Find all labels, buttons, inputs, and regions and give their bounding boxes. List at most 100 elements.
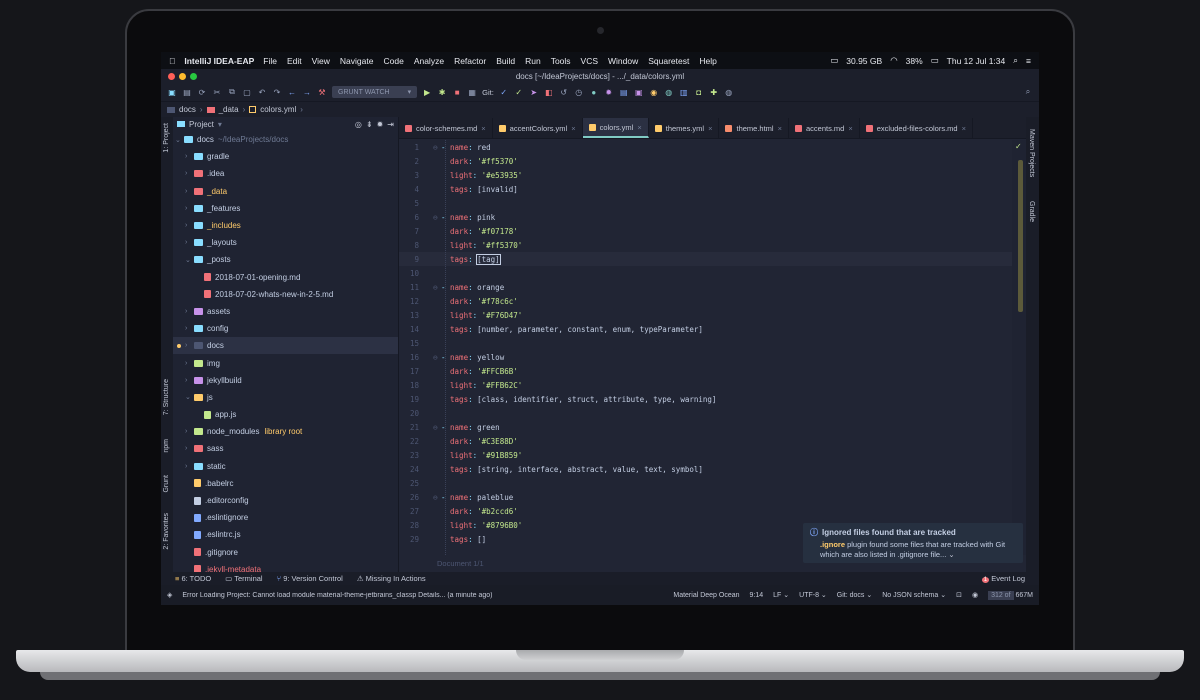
tree-item[interactable]: › _features — [173, 200, 398, 217]
close-icon[interactable]: × — [571, 124, 575, 133]
database-icon[interactable]: ▥ — [679, 87, 689, 97]
menu-item-tools[interactable]: Tools — [551, 56, 571, 66]
close-icon[interactable]: × — [962, 124, 966, 133]
menu-item-run[interactable]: Run — [525, 56, 541, 66]
menu-list-icon[interactable]: ≡ — [1026, 56, 1031, 66]
menu-item-vcs[interactable]: VCS — [581, 56, 598, 66]
tree-item[interactable]: .eslintignore — [173, 509, 398, 526]
undo-icon[interactable]: ↶ — [257, 87, 267, 97]
maven-projects-tool-button[interactable]: Maven Projects — [1028, 129, 1035, 177]
gradle-tool-button[interactable]: Gradle — [1028, 201, 1035, 222]
breadcrumb-data[interactable]: _data — [219, 105, 239, 114]
layout-icon[interactable]: ▦ — [467, 87, 477, 97]
forward-icon[interactable]: → — [302, 87, 312, 97]
menu-item-navigate[interactable]: Navigate — [340, 56, 374, 66]
tab-accents-md[interactable]: accents.md × — [789, 118, 860, 138]
code-line[interactable]: 25 — [399, 476, 1012, 490]
project-tool-button[interactable]: 1: Project — [163, 123, 170, 153]
code-line[interactable]: 1 ⊖ - name: red — [399, 140, 1012, 154]
sync-icon[interactable]: ⟳ — [197, 87, 207, 97]
tree-item[interactable]: › sass — [173, 440, 398, 457]
tab-colors-yml[interactable]: colors.yml × — [582, 118, 649, 138]
tree-item[interactable]: .gitignore — [173, 544, 398, 561]
menu-item-file[interactable]: File — [263, 56, 277, 66]
tree-item[interactable]: › _includes — [173, 217, 398, 234]
chevron-right-icon[interactable]: › — [185, 463, 194, 470]
file-encoding[interactable]: UTF-8 ⌄ — [799, 591, 827, 599]
battery-icon[interactable]: ▭ — [931, 55, 939, 66]
apple-icon[interactable]:  — [169, 56, 175, 66]
wifi-icon[interactable]: ◠ — [890, 55, 897, 66]
code-line[interactable]: 19 tags: [class, identifier, struct, att… — [399, 392, 1012, 406]
app-name[interactable]: IntelliJ IDEA-EAP — [184, 56, 254, 66]
tree-item[interactable]: › _data — [173, 183, 398, 200]
settings-icon[interactable]: ● — [589, 87, 599, 97]
close-icon[interactable]: × — [708, 124, 712, 133]
code-line[interactable]: 6 ⊖ - name: pink — [399, 210, 1012, 224]
coverage-icon[interactable]: ◍ — [664, 87, 674, 97]
memory-indicator[interactable]: 312 of 667M — [988, 590, 1033, 600]
code-line[interactable]: 14 tags: [number, parameter, constant, e… — [399, 322, 1012, 336]
close-icon[interactable]: × — [778, 124, 782, 133]
tree-item[interactable]: › .idea — [173, 165, 398, 182]
hide-icon[interactable]: ⇥ — [387, 120, 394, 129]
git-push-icon[interactable]: ➤ — [529, 87, 539, 97]
inspector-icon[interactable]: ◉ — [972, 591, 978, 599]
breadcrumb-colors-yml[interactable]: colors.yml — [260, 105, 296, 114]
tree-item[interactable]: › config — [173, 320, 398, 337]
menu-item-code[interactable]: Code — [383, 56, 403, 66]
code-line[interactable]: 27 dark: '#b2ccd6' — [399, 504, 1012, 518]
fold-marker-icon[interactable]: ⊖ — [433, 213, 441, 222]
inspect-icon[interactable]: ◍ — [724, 87, 734, 97]
code-line[interactable]: 18 light: '#FFB62C' — [399, 378, 1012, 392]
search-icon[interactable]: ⌕ — [1013, 55, 1018, 66]
event-log-tool-button[interactable]: 1 Event Log — [981, 574, 1025, 583]
chevron-right-icon[interactable]: › — [185, 205, 194, 212]
gear-icon[interactable]: ✹ — [604, 87, 614, 97]
structure-tool-button[interactable]: 7: Structure — [163, 379, 170, 415]
tree-item[interactable]: .editorconfig — [173, 492, 398, 509]
chevron-right-icon[interactable]: › — [185, 360, 194, 367]
code-line[interactable]: 11 ⊖ - name: orange — [399, 280, 1012, 294]
chevron-right-icon[interactable]: › — [185, 445, 194, 452]
tree-item[interactable]: › docs — [173, 337, 398, 355]
git-history-icon[interactable]: ◧ — [544, 87, 554, 97]
code-line[interactable]: 12 dark: '#f78c6c' — [399, 294, 1012, 308]
tree-item[interactable]: › _layouts — [173, 234, 398, 251]
copy-icon[interactable]: ⧉ — [227, 87, 237, 97]
tab-color-schemes-md[interactable]: color-schemes.md × — [399, 118, 493, 138]
chevron-right-icon[interactable]: › — [185, 222, 194, 229]
code-line[interactable]: 9 tags: [tag] — [399, 252, 1012, 266]
tree-item[interactable]: › img — [173, 354, 398, 371]
code-line[interactable]: 13 light: '#F76D47' — [399, 308, 1012, 322]
menu-item-view[interactable]: View — [312, 56, 330, 66]
status-message[interactable]: Error Loading Project: Cannot load modul… — [182, 592, 663, 599]
close-icon[interactable]: × — [481, 124, 485, 133]
sdk-icon[interactable]: ▣ — [634, 87, 644, 97]
stop-icon[interactable]: ■ — [452, 87, 462, 97]
chevron-down-icon[interactable]: ⌄ — [185, 256, 194, 264]
tab-themes-yml[interactable]: themes.yml × — [649, 118, 720, 138]
chevron-right-icon[interactable]: › — [185, 239, 194, 246]
scrollbar-thumb[interactable] — [1018, 160, 1023, 312]
code-line[interactable]: 4 tags: [invalid] — [399, 182, 1012, 196]
tree-item[interactable]: .jekyll-metadata — [173, 561, 398, 572]
code-editor[interactable]: 1 ⊖ - name: red 2 dark: '#ff5370' 3 light: '… — [399, 140, 1012, 555]
chevron-right-icon[interactable]: › — [185, 308, 194, 315]
code-line[interactable]: 16 ⊖ - name: yellow — [399, 350, 1012, 364]
fold-marker-icon[interactable]: ⊖ — [433, 353, 441, 362]
tree-item[interactable]: ⌄ js — [173, 389, 398, 406]
clock[interactable]: Thu 12 Jul 1:34 — [947, 56, 1006, 66]
close-icon[interactable]: × — [848, 124, 852, 133]
git-clock-icon[interactable]: ◷ — [574, 87, 584, 97]
chevron-right-icon[interactable]: › — [185, 325, 194, 332]
missing-in-actions-tool-button[interactable]: ⚠ Missing In Actions — [357, 574, 426, 583]
chevron-right-icon[interactable]: › — [185, 153, 194, 160]
search-everywhere-icon[interactable]: ⌕ — [1023, 87, 1033, 97]
code-line[interactable]: 7 dark: '#f07178' — [399, 224, 1012, 238]
save-icon[interactable]: ▤ — [182, 87, 192, 97]
chevron-down-icon[interactable]: ⌄ — [185, 393, 194, 401]
code-line[interactable]: 10 — [399, 266, 1012, 280]
back-icon[interactable]: ← — [287, 87, 297, 97]
git-update-icon[interactable]: ✓ — [499, 87, 509, 97]
